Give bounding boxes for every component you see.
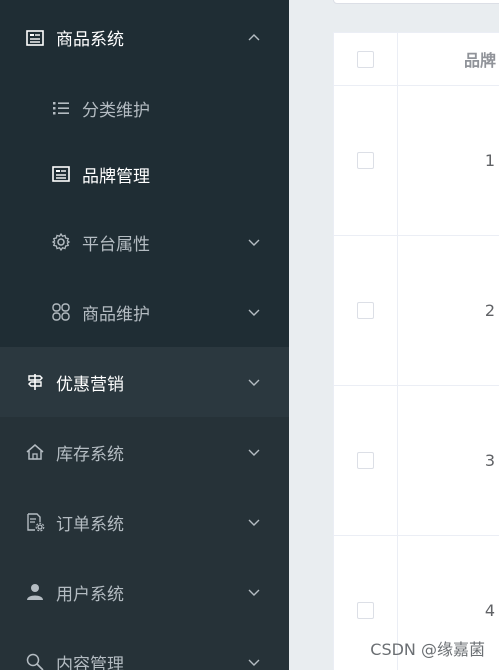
menu-item-label: 内容管理	[56, 654, 124, 670]
sidebar-item-attributes[interactable]: 平台属性	[0, 207, 289, 277]
list-icon	[50, 97, 72, 119]
row-id: 1	[484, 151, 495, 170]
row-checkbox[interactable]	[357, 602, 374, 619]
sidebar-item-label: 商品维护	[82, 304, 150, 325]
row-id: 3	[484, 451, 495, 470]
sidebar-item-goods-maintain[interactable]: 商品维护	[0, 277, 289, 347]
menu-item-goods-system[interactable]: 商品系统	[0, 0, 289, 75]
sidebar: 商品系统 分类维护 品牌管理 平台属性 商品维护 优惠营销 库存系统 订单系统 …	[0, 0, 289, 670]
signpost-icon	[24, 371, 46, 393]
table-header: 品牌	[334, 33, 499, 86]
row-checkbox-cell	[334, 86, 398, 235]
chevron-down-icon	[247, 235, 261, 249]
home-icon	[24, 441, 46, 463]
chevron-down-icon	[247, 375, 261, 389]
sidebar-item-brand[interactable]: 品牌管理	[0, 141, 289, 207]
brand-table: 品牌 1 2 3 4	[333, 32, 499, 670]
watermark: CSDN @缘嘉菌	[370, 640, 485, 659]
menu-item-label: 商品系统	[56, 30, 124, 50]
menu-item-label: 用户系统	[56, 584, 124, 605]
chevron-down-icon	[247, 585, 261, 599]
menu-item-label: 优惠营销	[56, 374, 124, 395]
grid-icon	[50, 301, 72, 323]
sidebar-item-label: 品牌管理	[82, 166, 150, 187]
brand-column-header[interactable]: 品牌	[398, 33, 499, 85]
menu-group-goods: 商品系统 分类维护 品牌管理 平台属性 商品维护	[0, 0, 289, 347]
main-content: 品牌 1 2 3 4 CSDN @缘嘉菌	[289, 0, 499, 670]
chevron-down-icon	[247, 655, 261, 669]
sidebar-item-label: 平台属性	[82, 234, 150, 255]
table-row: 1	[334, 86, 499, 236]
menu-item-users[interactable]: 用户系统	[0, 557, 289, 627]
gear-icon	[50, 231, 72, 253]
chevron-down-icon	[247, 305, 261, 319]
row-id: 2	[484, 301, 495, 320]
menu-item-inventory[interactable]: 库存系统	[0, 417, 289, 487]
user-icon	[24, 581, 46, 603]
table-row: 3	[334, 386, 499, 536]
sidebar-item-label: 分类维护	[82, 100, 150, 121]
menu-item-promotion[interactable]: 优惠营销	[0, 347, 289, 417]
row-checkbox[interactable]	[357, 152, 374, 169]
search-input[interactable]	[333, 0, 499, 4]
chevron-down-icon	[247, 515, 261, 529]
select-all-checkbox[interactable]	[357, 50, 374, 68]
menu-item-orders[interactable]: 订单系统	[0, 487, 289, 557]
chevron-up-icon	[247, 31, 261, 45]
header-checkbox-cell	[334, 33, 398, 85]
document-list-icon	[24, 27, 46, 49]
document-list-icon	[50, 163, 72, 185]
table-row: 2	[334, 236, 499, 386]
row-checkbox-cell	[334, 386, 398, 535]
menu-item-label: 库存系统	[56, 444, 124, 465]
row-checkbox-cell	[334, 236, 398, 385]
chevron-down-icon	[247, 445, 261, 459]
document-gear-icon	[24, 511, 46, 533]
menu-item-content[interactable]: 内容管理	[0, 627, 289, 670]
menu-item-label: 订单系统	[56, 514, 124, 535]
search-icon	[24, 651, 46, 670]
sidebar-item-category[interactable]: 分类维护	[0, 75, 289, 141]
row-checkbox[interactable]	[357, 302, 374, 319]
row-checkbox[interactable]	[357, 452, 374, 469]
